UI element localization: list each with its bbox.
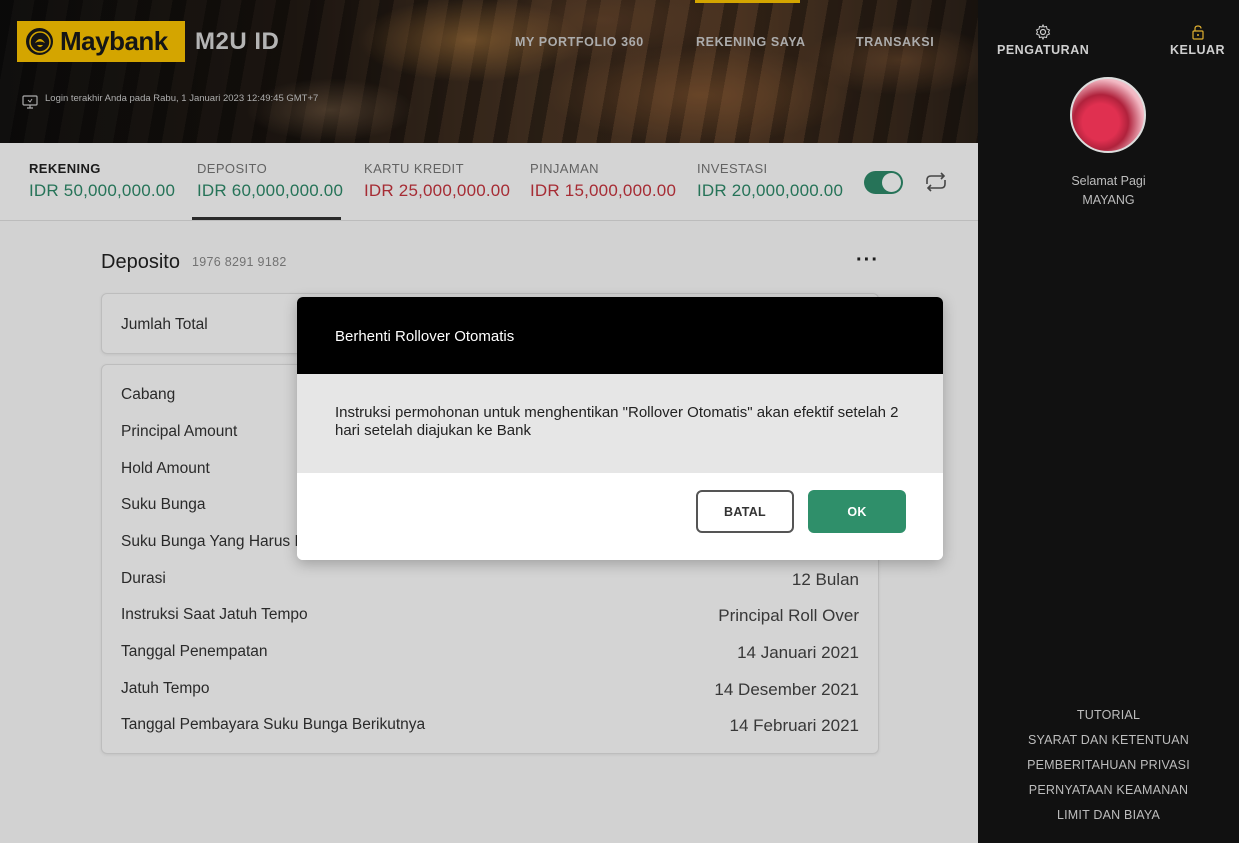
gear-icon — [1035, 24, 1051, 40]
link-terms[interactable]: SYARAT DAN KETENTUAN — [978, 728, 1239, 753]
footer-links: TUTORIAL SYARAT DAN KETENTUAN PEMBERITAH… — [978, 703, 1239, 828]
link-privacy[interactable]: PEMBERITAHUAN PRIVASI — [978, 753, 1239, 778]
greeting-text: Selamat Pagi — [1071, 174, 1146, 188]
link-limits-fees[interactable]: LIMIT DAN BIAYA — [978, 803, 1239, 828]
ok-button[interactable]: OK — [808, 490, 906, 533]
dialog-title: Berhenti Rollover Otomatis — [297, 297, 943, 374]
dialog-message: Instruksi permohonan untuk menghentikan … — [297, 374, 943, 473]
lock-icon — [1191, 25, 1204, 40]
stop-rollover-dialog: Berhenti Rollover Otomatis Instruksi per… — [297, 297, 943, 560]
avatar[interactable] — [1070, 77, 1146, 153]
greeting: Selamat Pagi MAYANG — [978, 172, 1239, 210]
link-security[interactable]: PERNYATAAN KEAMANAN — [978, 778, 1239, 803]
logout-button[interactable]: KELUAR — [1170, 24, 1225, 57]
cancel-button[interactable]: BATAL — [696, 490, 794, 533]
dialog-footer: BATAL OK — [297, 473, 943, 560]
settings-button[interactable]: PENGATURAN — [997, 24, 1089, 57]
logout-label: KELUAR — [1170, 43, 1226, 57]
user-name: MAYANG — [1082, 193, 1135, 207]
link-tutorial[interactable]: TUTORIAL — [978, 703, 1239, 728]
side-panel: PENGATURAN KELUAR Selamat Pagi MAYANG TU… — [978, 0, 1239, 843]
settings-label: PENGATURAN — [997, 43, 1090, 57]
